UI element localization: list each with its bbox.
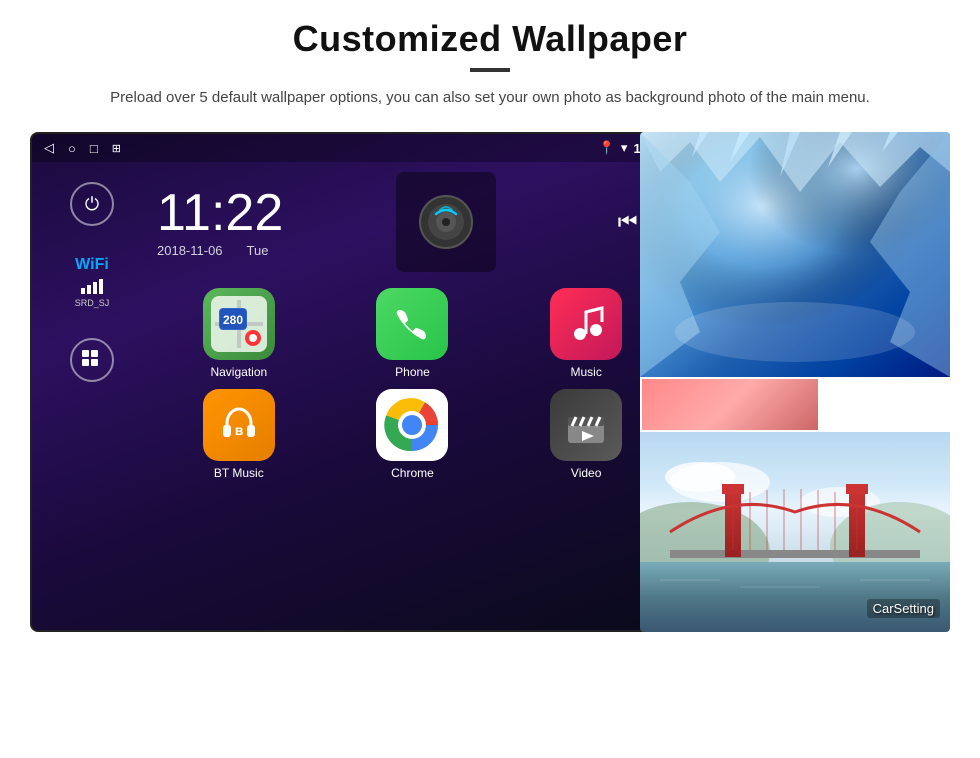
wifi-bar-2 xyxy=(87,285,91,294)
page-description: Preload over 5 default wallpaper options… xyxy=(110,86,870,110)
clock-time: 11:22 xyxy=(157,187,283,239)
left-sidebar: ⏻ WiFi SRD_SJ xyxy=(32,162,152,630)
video-clapper-icon xyxy=(564,403,608,447)
bt-headphone-icon: ʙ xyxy=(217,403,261,447)
app-item-chrome[interactable]: Chrome xyxy=(331,389,495,480)
wifi-label: WiFi xyxy=(75,256,109,274)
apps-grid: 280 Navigation xyxy=(157,288,668,480)
app-item-bt-music[interactable]: ʙ BT Music xyxy=(157,389,321,480)
day-value: Tue xyxy=(247,243,269,258)
main-content: 11:22 2018-11-06 Tue xyxy=(152,162,678,630)
page-wrapper: Customized Wallpaper Preload over 5 defa… xyxy=(0,0,980,758)
app-item-phone[interactable]: Phone xyxy=(331,288,495,379)
chrome-app-icon xyxy=(376,389,448,461)
navigation-icon: 280 xyxy=(203,288,275,360)
svg-text:ʙ: ʙ xyxy=(235,422,244,438)
phone-label: Phone xyxy=(395,365,430,379)
carsetting-label: CarSetting xyxy=(867,599,940,618)
wifi-bar-3 xyxy=(93,282,97,294)
video-icon xyxy=(550,389,622,461)
ice-cave-image xyxy=(640,132,950,377)
screen-body: ⏻ WiFi SRD_SJ xyxy=(32,162,678,630)
wifi-bar-4 xyxy=(99,279,103,294)
recent-apps-icon[interactable]: □ xyxy=(90,141,98,156)
back-icon[interactable]: ◁ xyxy=(44,140,54,156)
location-icon: 📍 xyxy=(599,140,615,156)
wifi-bars xyxy=(81,278,103,294)
page-title: Customized Wallpaper xyxy=(293,18,688,60)
skip-back-icon[interactable]: ⏮ xyxy=(618,209,638,235)
music-note-icon xyxy=(566,304,606,344)
video-label: Video xyxy=(571,466,601,480)
app-item-navigation[interactable]: 280 Navigation xyxy=(157,288,321,379)
bt-music-icon: ʙ xyxy=(203,389,275,461)
bt-music-label: BT Music xyxy=(214,466,264,480)
wallpaper-ice-cave[interactable] xyxy=(640,132,950,377)
music-icon xyxy=(550,288,622,360)
wifi-bar-1 xyxy=(81,288,85,294)
navigation-label: Navigation xyxy=(210,365,267,379)
svg-text:280: 280 xyxy=(223,313,243,327)
power-icon: ⏻ xyxy=(85,194,99,215)
wallpaper-small-preview xyxy=(640,377,820,432)
wallpaper-previews: CarSetting xyxy=(640,132,950,632)
chrome-icon xyxy=(376,389,448,461)
title-divider xyxy=(470,68,510,72)
status-left: ◁ ○ □ ⊞ xyxy=(44,140,121,156)
content-area: ◁ ○ □ ⊞ 📍 ▾ 11:22 ⏻ xyxy=(30,132,950,652)
apps-drawer-button[interactable] xyxy=(70,338,114,382)
phone-handset-icon xyxy=(392,304,432,344)
music-widget xyxy=(396,172,496,272)
vinyl-icon xyxy=(418,194,474,250)
clock-block: 11:22 2018-11-06 Tue xyxy=(157,187,283,258)
wallpaper-golden-gate[interactable]: CarSetting xyxy=(640,432,950,632)
clock-section: 11:22 2018-11-06 Tue xyxy=(157,172,668,272)
wifi-block: WiFi SRD_SJ xyxy=(75,256,110,308)
clock-date: 2018-11-06 Tue xyxy=(157,243,283,258)
navigation-app-icon: 280 xyxy=(203,288,275,360)
grid-icon xyxy=(81,349,103,371)
wifi-status-icon: ▾ xyxy=(621,140,628,156)
power-button[interactable]: ⏻ xyxy=(70,182,114,226)
wifi-ssid: SRD_SJ xyxy=(75,298,110,308)
android-screen: ◁ ○ □ ⊞ 📍 ▾ 11:22 ⏻ xyxy=(30,132,680,632)
home-icon[interactable]: ○ xyxy=(68,141,76,156)
music-label: Music xyxy=(570,365,601,379)
date-value: 2018-11-06 xyxy=(157,243,223,258)
status-bar: ◁ ○ □ ⊞ 📍 ▾ 11:22 xyxy=(32,134,678,162)
screenshot-icon[interactable]: ⊞ xyxy=(112,142,121,155)
phone-icon xyxy=(376,288,448,360)
chrome-label: Chrome xyxy=(391,466,434,480)
